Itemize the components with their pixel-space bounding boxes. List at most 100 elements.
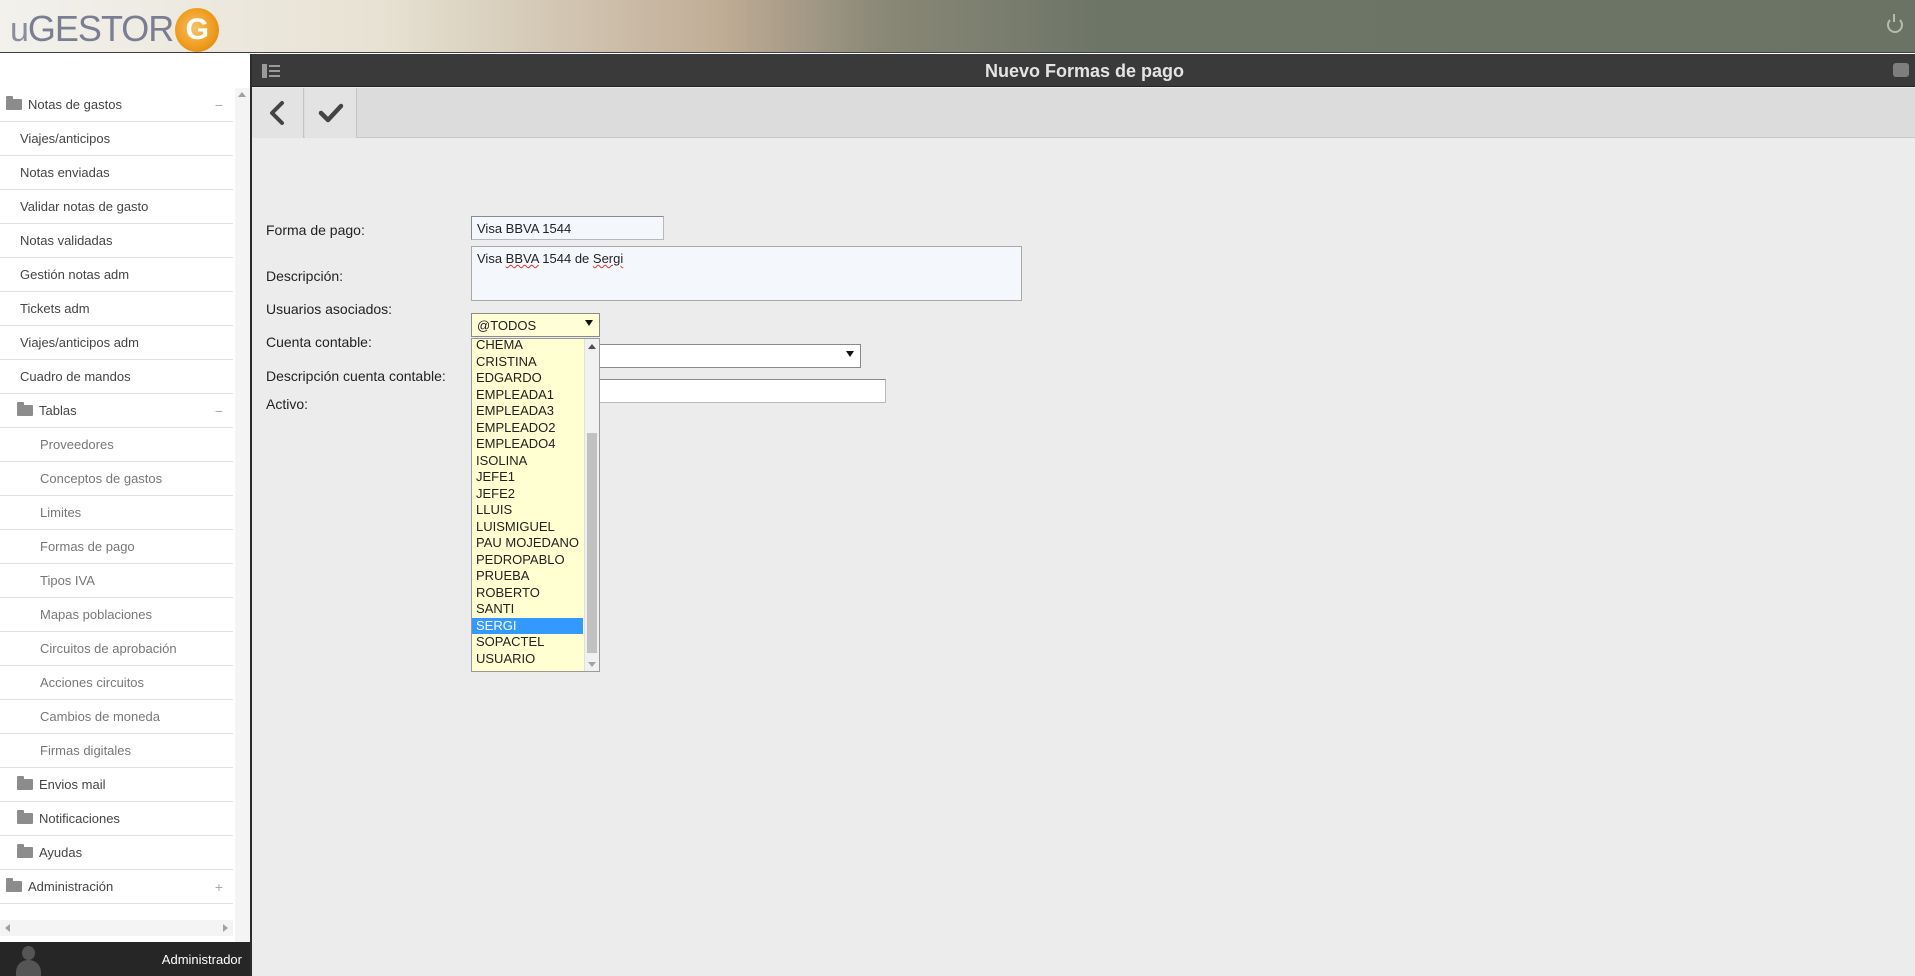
dropdown-option[interactable]: USUARIO xyxy=(472,651,583,668)
sidebar-item-label: Viajes/anticipos xyxy=(20,131,111,146)
dropdown-option[interactable]: PEDROPABLO xyxy=(472,552,583,569)
sidebar-item-label: Ayudas xyxy=(39,845,83,860)
save-button[interactable] xyxy=(305,88,357,138)
sidebar-item-label: Notificaciones xyxy=(39,811,120,826)
back-button[interactable] xyxy=(252,88,304,138)
dropdown-option[interactable]: LUISMIGUEL xyxy=(472,519,583,536)
sidebar-item-label: Limites xyxy=(40,505,82,520)
sidebar-item-administracion[interactable]: Administración + xyxy=(0,870,233,904)
sidebar-item-mapas-poblaciones[interactable]: Mapas poblaciones xyxy=(0,598,233,632)
sidebar-item-label: Cuadro de mandos xyxy=(20,369,131,384)
dropdown-option[interactable]: PRUEBA xyxy=(472,568,583,585)
main-panel: Nuevo Formas de pago Forma de pago: Visa… xyxy=(250,54,1915,976)
descripcion-middle: 1544 de xyxy=(538,251,593,266)
dropdown-option[interactable]: LLUIS xyxy=(472,502,583,519)
sidebar-item-cambios-de-moneda[interactable]: Cambios de moneda xyxy=(0,700,233,734)
sidebar-item-circuitos-de-aprobacion[interactable]: Circuitos de aprobación xyxy=(0,632,233,666)
folder-icon xyxy=(6,878,22,892)
user-bar[interactable]: Administrador xyxy=(0,942,250,976)
app-header: uGESTOR G xyxy=(0,0,1915,53)
sidebar-item-ayudas[interactable]: Ayudas xyxy=(0,836,233,870)
power-icon[interactable] xyxy=(1887,14,1903,33)
robot-icon[interactable] xyxy=(1893,63,1909,77)
ugestor-logo[interactable]: uGESTOR G xyxy=(10,4,220,52)
sidebar-item-gestion-notas-adm[interactable]: Gestión notas adm xyxy=(0,258,233,292)
scroll-up-arrow-icon[interactable] xyxy=(238,92,246,97)
sidebar-item-label: Circuitos de aprobación xyxy=(40,641,177,656)
activo-label: Activo: xyxy=(266,396,309,412)
dropdown-option[interactable]: SERGI xyxy=(472,617,583,634)
dropdown-option[interactable]: EMPLEADA3 xyxy=(472,403,583,420)
sidebar-item-tipos-iva[interactable]: Tipos IVA xyxy=(0,564,233,598)
sidebar-item-notas-validadas[interactable]: Notas validadas xyxy=(0,224,233,258)
sidebar-item-conceptos-de-gastos[interactable]: Conceptos de gastos xyxy=(0,462,233,496)
sidebar-item-formas-de-pago[interactable]: Formas de pago xyxy=(0,530,233,564)
dropdown-option[interactable]: JEFE2 xyxy=(472,486,583,503)
sidebar-item-cuadro-de-mandos[interactable]: Cuadro de mandos xyxy=(0,360,233,394)
collapse-icon[interactable]: − xyxy=(215,97,223,113)
sidebar-item-label: Tipos IVA xyxy=(40,573,95,588)
user-name: Administrador xyxy=(161,952,242,967)
sidebar-item-label: Cambios de moneda xyxy=(40,709,160,724)
sidebar-item-tickets-adm[interactable]: Tickets adm xyxy=(0,292,233,326)
sidebar-item-notas-enviadas[interactable]: Notas enviadas xyxy=(0,156,233,190)
sidebar-item-label: Notas enviadas xyxy=(20,165,110,180)
sidebar: Notas de gastos − Viajes/anticipos Notas … xyxy=(0,54,250,976)
dropdown-scroll-thumb[interactable] xyxy=(587,433,597,653)
sidebar-item-viajes-anticipos[interactable]: Viajes/anticipos xyxy=(0,122,233,156)
chevron-left-icon xyxy=(269,101,284,125)
sidebar-item-proveedores[interactable]: Proveedores xyxy=(0,428,233,462)
sidebar-horizontal-scrollbar[interactable] xyxy=(0,920,233,936)
dropdown-option[interactable]: EMPLEADO2 xyxy=(472,420,583,437)
sidebar-vertical-scrollbar[interactable] xyxy=(235,88,250,972)
title-bar: Nuevo Formas de pago xyxy=(252,54,1915,87)
sidebar-item-label: Gestión notas adm xyxy=(20,267,130,282)
usuarios-dropdown-list[interactable]: CHEMA CRISTINA EDGARDO EMPLEADA1 EMPLEADA3 EM… xyxy=(471,338,600,672)
sidebar-item-label: Mapas poblaciones xyxy=(40,607,153,622)
cuenta-contable-label: Cuenta contable: xyxy=(266,334,372,350)
checkmark-icon xyxy=(318,103,343,123)
sidebar-item-envios-mail[interactable]: Envios mail xyxy=(0,768,233,802)
sidebar-item-label: Tablas xyxy=(39,403,77,418)
sidebar-item-acciones-circuitos[interactable]: Acciones circuitos xyxy=(0,666,233,700)
sidebar-item-label: Tickets adm xyxy=(20,301,90,316)
folder-icon xyxy=(17,844,33,858)
collapse-icon[interactable]: − xyxy=(215,403,223,419)
dropdown-arrow-icon xyxy=(846,351,854,357)
dropdown-options: CHEMA CRISTINA EDGARDO EMPLEADA1 EMPLEADA3 EM… xyxy=(472,339,583,668)
dropdown-option[interactable]: CHEMA xyxy=(472,339,583,354)
sidebar-item-tablas[interactable]: Tablas − xyxy=(0,394,233,428)
sidebar-item-limites[interactable]: Limites xyxy=(0,496,233,530)
sidebar-item-label: Notas validadas xyxy=(20,233,113,248)
scroll-right-arrow-icon[interactable] xyxy=(223,924,228,932)
dropdown-option[interactable]: CRISTINA xyxy=(472,354,583,371)
dropdown-option[interactable]: ROBERTO xyxy=(472,585,583,602)
dropdown-option[interactable]: PAU MOJEDANO xyxy=(472,535,583,552)
sidebar-item-notificaciones[interactable]: Notificaciones xyxy=(0,802,233,836)
usuarios-select[interactable]: @TODOS xyxy=(471,313,600,337)
sidebar-item-label: Firmas digitales xyxy=(40,743,132,758)
expand-icon[interactable]: + xyxy=(215,879,223,895)
descripcion-prefix: Visa xyxy=(477,251,506,266)
sidebar-item-firmas-digitales[interactable]: Firmas digitales xyxy=(0,734,233,768)
avatar xyxy=(14,946,42,976)
dropdown-option[interactable]: EMPLEADO4 xyxy=(472,436,583,453)
dropdown-option[interactable]: EDGARDO xyxy=(472,370,583,387)
dropdown-option[interactable]: SANTI xyxy=(472,601,583,618)
page-title: Nuevo Formas de pago xyxy=(984,61,1185,81)
dropdown-option[interactable]: EMPLEADA1 xyxy=(472,387,583,404)
dropdown-option[interactable]: JEFE1 xyxy=(472,469,583,486)
sidebar-item-notas-de-gastos[interactable]: Notas de gastos − xyxy=(0,88,233,122)
descripcion-textarea[interactable]: Visa BBVA 1544 de Sergi xyxy=(471,246,1022,301)
dropdown-option[interactable]: ISOLINA xyxy=(472,453,583,470)
dropdown-scrollbar[interactable] xyxy=(584,339,599,671)
descripcion-word-bbva: BBVA xyxy=(505,251,539,266)
forma-pago-input[interactable]: Visa BBVA 1544 xyxy=(471,216,664,240)
sidebar-item-validar-notas[interactable]: Validar notas de gasto xyxy=(0,190,233,224)
dropdown-option[interactable]: SOPACTEL xyxy=(472,634,583,651)
desc-cuenta-contable-label: Descripción cuenta contable: xyxy=(266,368,446,384)
scroll-up-arrow-icon[interactable] xyxy=(588,344,596,349)
scroll-down-arrow-icon[interactable] xyxy=(588,662,596,667)
sidebar-item-viajes-anticipos-adm[interactable]: Viajes/anticipos adm xyxy=(0,326,233,360)
scroll-left-arrow-icon[interactable] xyxy=(5,924,10,932)
